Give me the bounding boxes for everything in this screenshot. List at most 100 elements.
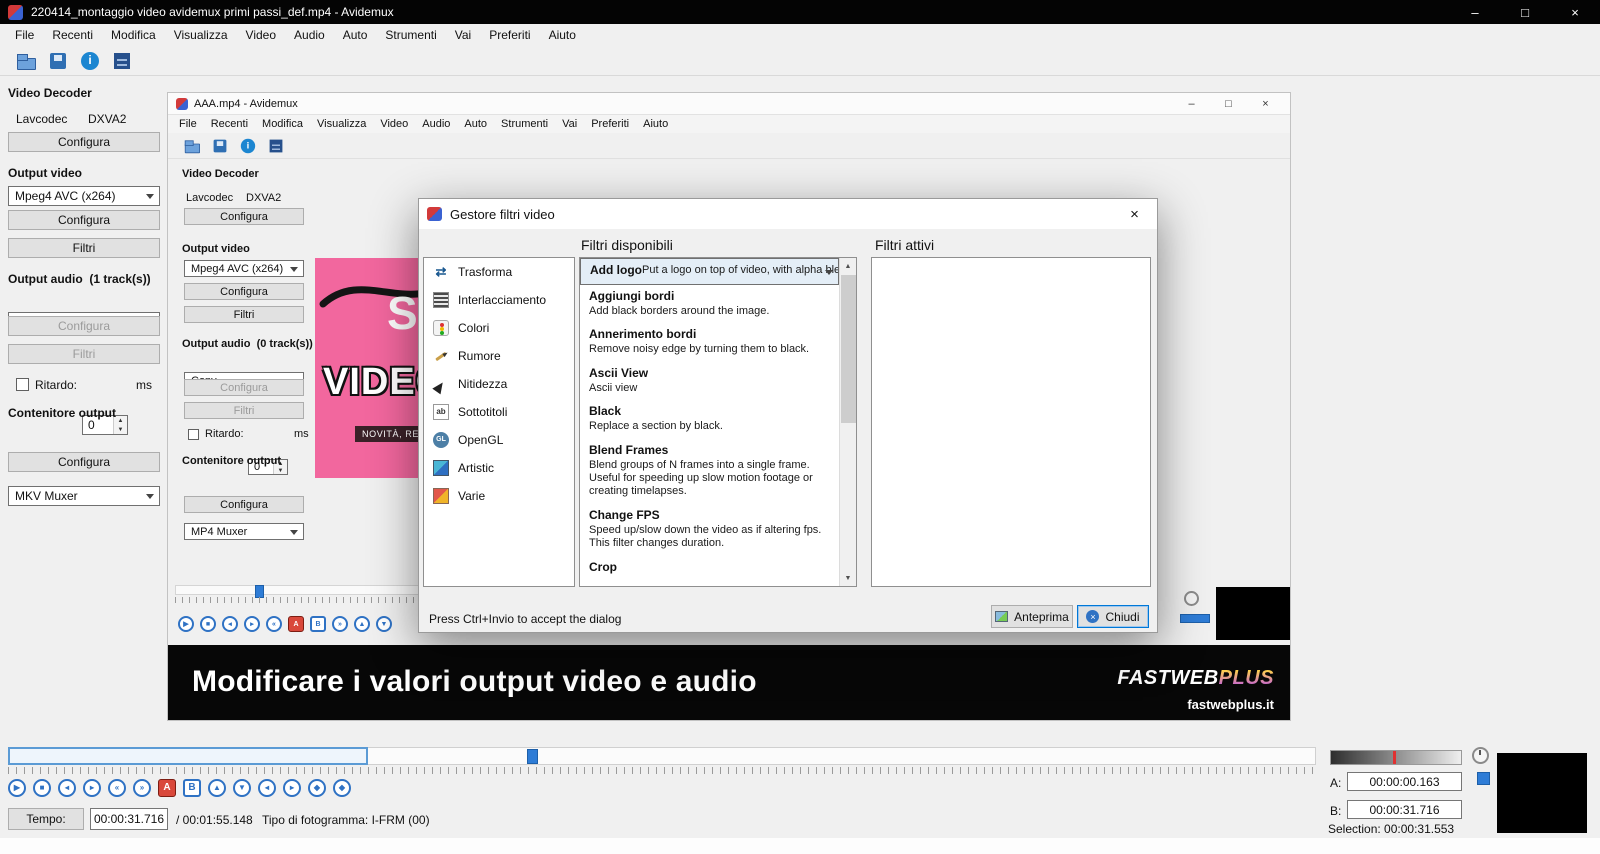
filter-description: Remove noisy edge by turning them to bla… xyxy=(589,343,830,356)
filter-item[interactable]: Crop xyxy=(580,556,839,581)
filter-item[interactable]: Annerimento bordi Remove noisy edge by t… xyxy=(580,323,839,361)
filter-description: Replace a section by black. xyxy=(589,420,830,433)
prev-frame-button[interactable]: ◂ xyxy=(58,779,76,797)
filter-category-item[interactable]: Rumore xyxy=(424,342,574,370)
menu-item[interactable]: Aiuto xyxy=(540,25,585,45)
next-black-frame-button[interactable]: ▼ xyxy=(233,779,251,797)
close-dialog-button[interactable]: × Chiudi xyxy=(1077,605,1149,628)
filter-category-item[interactable]: Colori xyxy=(424,314,574,342)
menu-item[interactable]: Audio xyxy=(415,116,457,132)
prev-keyframe-button[interactable]: « xyxy=(108,779,126,797)
last-frame-button[interactable]: ▸ xyxy=(283,779,301,797)
menu-item[interactable]: Strumenti xyxy=(376,25,445,45)
next-frame-button[interactable]: ▸ xyxy=(83,779,101,797)
stop-button[interactable]: ■ xyxy=(200,616,216,632)
scrollbar-thumb[interactable] xyxy=(841,275,856,423)
next-black-frame-button[interactable]: ▼ xyxy=(376,616,392,632)
marker-a-button[interactable]: A xyxy=(288,616,304,632)
scroll-down-icon[interactable]: ▼ xyxy=(840,570,856,586)
maximize-button[interactable]: □ xyxy=(1500,0,1550,24)
close-button[interactable]: × xyxy=(1550,0,1600,24)
filter-item[interactable]: Black Replace a section by black. xyxy=(580,400,839,438)
menu-item[interactable]: Vai xyxy=(555,116,584,132)
filter-item[interactable]: Add logo Put a logo on top of video, wit… xyxy=(580,258,839,285)
menu-item[interactable]: File xyxy=(172,116,204,132)
container-configure-button[interactable]: Configura xyxy=(8,452,160,472)
first-frame-button[interactable]: ◂ xyxy=(258,779,276,797)
video-filters-button[interactable]: Filtri xyxy=(8,238,160,258)
properties-icon[interactable] xyxy=(112,51,132,71)
marker-a-button[interactable]: A xyxy=(158,779,176,797)
play-button[interactable]: ▶ xyxy=(8,779,26,797)
marker-b-button[interactable]: B xyxy=(183,779,201,797)
save-icon[interactable] xyxy=(212,138,228,154)
prev-keyframe-button[interactable]: « xyxy=(266,616,282,632)
menu-item[interactable]: Strumenti xyxy=(494,116,555,132)
menu-item[interactable]: Recenti xyxy=(204,116,255,132)
info-icon[interactable] xyxy=(80,51,100,71)
video-configure-button[interactable]: Configura xyxy=(8,210,160,230)
minimize-button[interactable]: – xyxy=(1450,0,1500,24)
menu-item[interactable]: Auto xyxy=(334,25,377,45)
filter-item[interactable]: Blend Frames Blend groups of N frames in… xyxy=(580,439,839,504)
next-keyframe-button[interactable]: » xyxy=(133,779,151,797)
active-filters-list[interactable] xyxy=(871,257,1151,587)
filter-item[interactable]: Aggiungi bordi Add black borders around … xyxy=(580,285,839,323)
muxer-select[interactable]: MKV Muxer xyxy=(8,486,160,506)
filter-category-item[interactable]: OpenGL xyxy=(424,426,574,454)
open-icon[interactable] xyxy=(184,138,200,154)
scrollbar[interactable]: ▲ ▼ xyxy=(839,258,856,586)
marker-b-button[interactable]: B xyxy=(310,616,326,632)
next-frame-button[interactable]: ▸ xyxy=(244,616,260,632)
menu-item[interactable]: Video xyxy=(373,116,415,132)
next-keyframe-button[interactable]: » xyxy=(332,616,348,632)
filter-item[interactable]: Change FPS Speed up/slow down the video … xyxy=(580,504,839,556)
mini-slider[interactable] xyxy=(1477,772,1490,785)
goto-marker-b-button[interactable]: ◆ xyxy=(333,779,351,797)
prev-frame-button[interactable]: ◂ xyxy=(222,616,238,632)
filter-category-item[interactable]: Sottotitoli xyxy=(424,398,574,426)
volume-knob-icon[interactable] xyxy=(1472,747,1489,764)
filter-category-item[interactable]: Trasforma xyxy=(424,258,574,286)
menu-item[interactable]: Visualizza xyxy=(310,116,373,132)
filter-item[interactable]: Ascii View Ascii view xyxy=(580,362,839,400)
menu-item[interactable]: Auto xyxy=(457,116,494,132)
menu-item[interactable]: Audio xyxy=(285,25,334,45)
menu-item[interactable]: Modifica xyxy=(255,116,310,132)
volume-slider[interactable] xyxy=(1330,750,1462,765)
filter-category-label: Varie xyxy=(458,489,485,503)
main-timeline[interactable] xyxy=(8,747,1316,775)
tempo-button[interactable]: Tempo: xyxy=(8,808,84,830)
delay-checkbox[interactable] xyxy=(16,378,29,391)
decoder-configure-button[interactable]: Configura xyxy=(8,132,160,152)
inner-preview-box xyxy=(1216,587,1290,640)
dialog-close-icon[interactable]: × xyxy=(1112,199,1157,229)
menu-item[interactable]: Preferiti xyxy=(584,116,636,132)
menu-item[interactable]: Preferiti xyxy=(480,25,539,45)
video-codec-select[interactable]: Mpeg4 AVC (x264) xyxy=(8,186,160,206)
prev-black-frame-button[interactable]: ▲ xyxy=(354,616,370,632)
menu-item[interactable]: File xyxy=(6,25,43,45)
goto-marker-a-button[interactable]: ◆ xyxy=(308,779,326,797)
menu-item[interactable]: Aiuto xyxy=(636,116,675,132)
filter-category-item[interactable]: Artistic xyxy=(424,454,574,482)
timeline-handle[interactable] xyxy=(527,749,538,764)
menu-item[interactable]: Vai xyxy=(446,25,480,45)
menu-item[interactable]: Video xyxy=(237,25,285,45)
menu-item[interactable]: Recenti xyxy=(43,25,102,45)
menu-item[interactable]: Visualizza xyxy=(165,25,237,45)
open-icon[interactable] xyxy=(16,51,36,71)
filter-category-item[interactable]: Interlacciamento xyxy=(424,286,574,314)
properties-icon[interactable] xyxy=(268,138,284,154)
preview-button[interactable]: Anteprima xyxy=(991,605,1073,628)
scroll-up-icon[interactable]: ▲ xyxy=(840,258,856,274)
menu-item[interactable]: Modifica xyxy=(102,25,165,45)
info-icon[interactable] xyxy=(240,138,256,154)
marker-b-label: B: xyxy=(1330,804,1341,818)
filter-category-item[interactable]: Varie xyxy=(424,482,574,510)
save-icon[interactable] xyxy=(48,51,68,71)
prev-black-frame-button[interactable]: ▲ xyxy=(208,779,226,797)
filter-category-item[interactable]: Nitidezza xyxy=(424,370,574,398)
stop-button[interactable]: ■ xyxy=(33,779,51,797)
play-button[interactable]: ▶ xyxy=(178,616,194,632)
